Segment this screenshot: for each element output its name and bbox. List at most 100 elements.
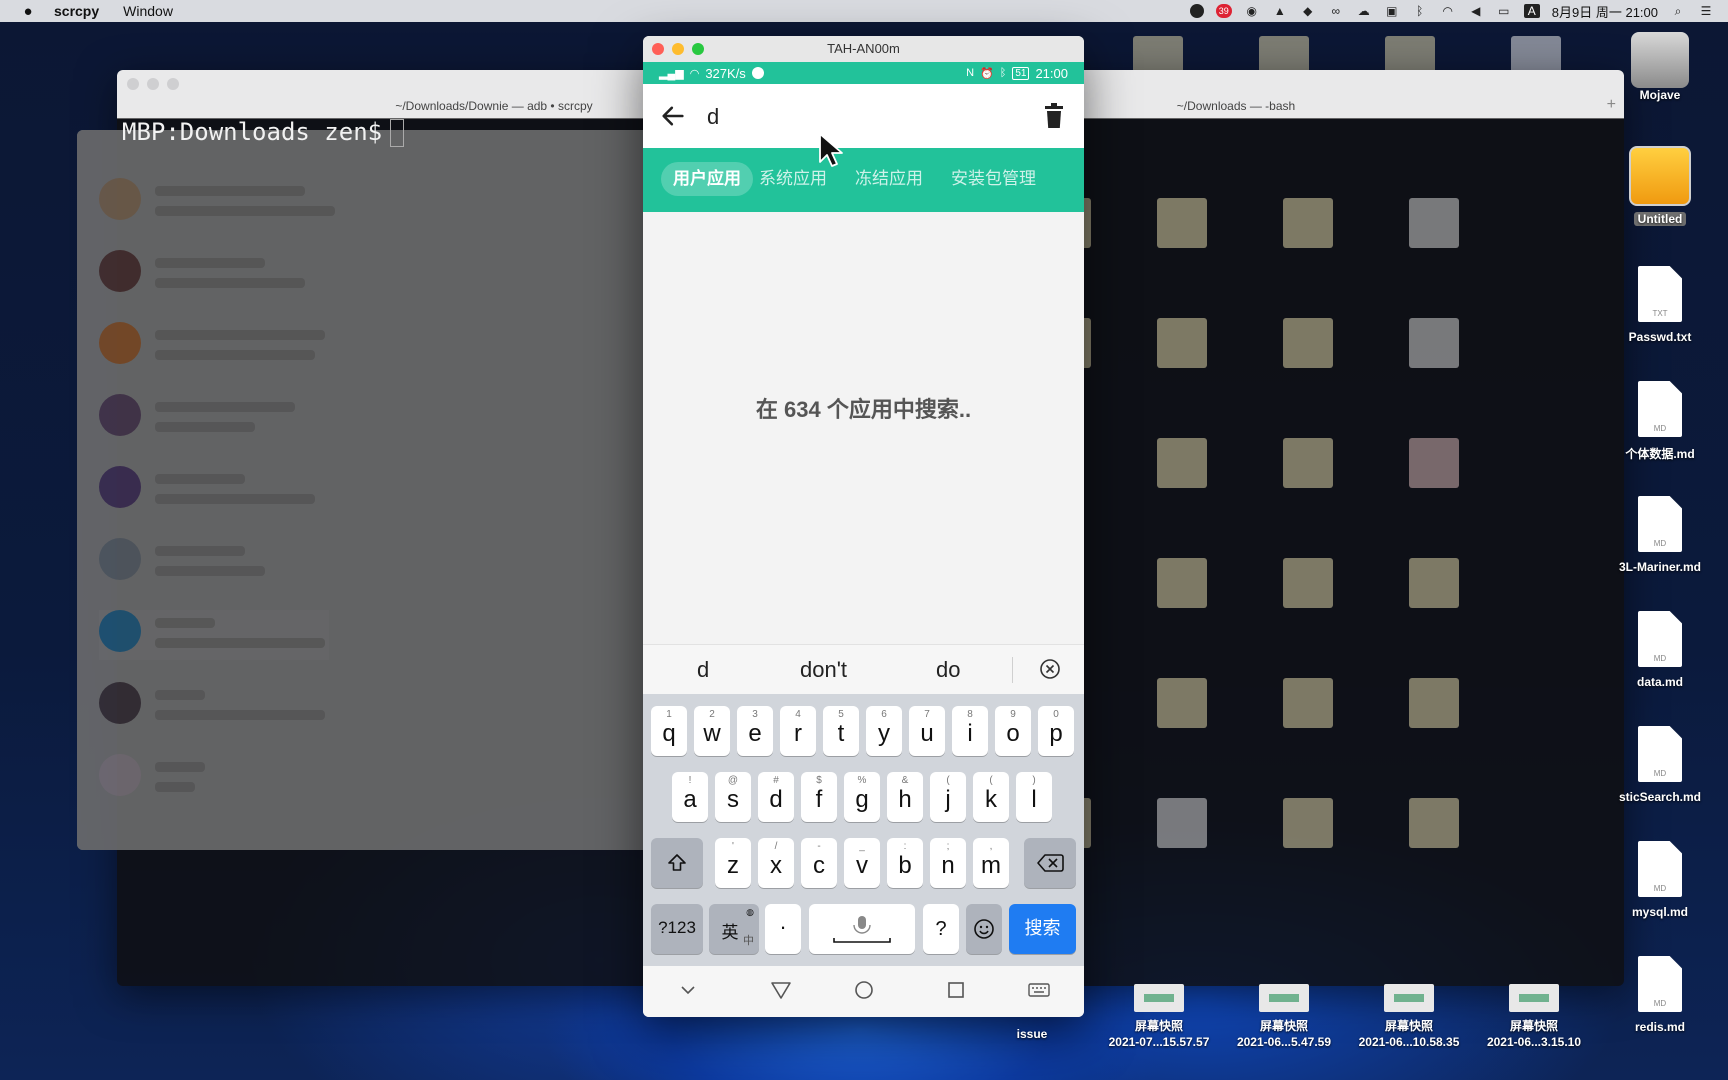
key-y[interactable]: 6y bbox=[866, 706, 902, 756]
key-v[interactable]: _ v bbox=[844, 838, 880, 888]
key-dot[interactable]: · bbox=[765, 904, 801, 954]
key-p[interactable]: 0p bbox=[1038, 706, 1074, 756]
terminal-prompt[interactable]: MBP:Downloads zen$ bbox=[122, 118, 405, 147]
key-h[interactable]: & h bbox=[887, 772, 923, 822]
control-center-icon[interactable]: ☰ bbox=[1698, 4, 1714, 18]
desktop-thumbnail bbox=[1283, 198, 1333, 248]
android-status-bar: ▂▄▆ ◠ 327K/s N ⏰ ᛒ 51 21:00 bbox=[643, 62, 1084, 84]
key-d[interactable]: # d bbox=[758, 772, 794, 822]
suggestion-item[interactable]: do bbox=[936, 657, 960, 683]
battery-level: 51 bbox=[1012, 66, 1030, 80]
key-i[interactable]: 8i bbox=[952, 706, 988, 756]
zoom-button[interactable] bbox=[692, 43, 704, 55]
space-key[interactable] bbox=[809, 904, 915, 954]
back-arrow-icon[interactable] bbox=[659, 102, 687, 130]
key-m[interactable]: ,m bbox=[973, 838, 1009, 888]
battery-icon[interactable]: ▭ bbox=[1496, 4, 1512, 18]
spotlight-search-icon[interactable]: ⌕ bbox=[1670, 4, 1686, 18]
zoom-button[interactable] bbox=[167, 78, 179, 90]
apple-menu-icon[interactable]: ● bbox=[18, 3, 38, 20]
network-icon[interactable]: ▲ bbox=[1272, 4, 1288, 18]
key-l[interactable]: ) l bbox=[1016, 772, 1052, 822]
notification-badge-icon[interactable]: 39 bbox=[1215, 4, 1232, 18]
wechat-icon[interactable]: ◉ bbox=[1244, 4, 1260, 18]
key-a[interactable]: ! a bbox=[672, 772, 708, 822]
home-circle-icon[interactable] bbox=[853, 979, 875, 1001]
key-question[interactable]: ? bbox=[923, 904, 959, 954]
suggestion-item[interactable]: d bbox=[697, 657, 709, 683]
minimize-button[interactable] bbox=[147, 78, 159, 90]
tab-user-apps[interactable]: 用户应用 bbox=[661, 162, 753, 196]
wifi-icon[interactable]: ◠ bbox=[1440, 4, 1456, 18]
key-q[interactable]: 1q bbox=[651, 706, 687, 756]
desktop-icon-passwd[interactable]: TXT Passwd.txt bbox=[1605, 266, 1715, 344]
menu-window[interactable]: Window bbox=[123, 3, 173, 19]
menu-app-name[interactable]: scrcpy bbox=[54, 3, 99, 19]
key-e[interactable]: 3e bbox=[737, 706, 773, 756]
key-f[interactable]: $ f bbox=[801, 772, 837, 822]
key-b[interactable]: :b bbox=[887, 838, 923, 888]
language-switch-key[interactable]: 英 ◍ 中 bbox=[709, 904, 759, 954]
tab-frozen-apps[interactable]: 冻结应用 bbox=[843, 162, 935, 196]
desktop-icon-screenshot[interactable]: 屏幕快照 2021-06...10.58.35 bbox=[1347, 984, 1471, 1050]
desktop-thumbnail bbox=[1157, 678, 1207, 728]
key-g[interactable]: % g bbox=[844, 772, 880, 822]
desktop-icon-elasticsearch[interactable]: MD sticSearch.md bbox=[1605, 726, 1715, 804]
key-k[interactable]: (k bbox=[973, 772, 1009, 822]
suggestion-item[interactable]: don't bbox=[800, 657, 847, 683]
desktop-thumbnail bbox=[1409, 798, 1459, 848]
numbers-key[interactable]: ?123 bbox=[651, 904, 703, 954]
search-input[interactable]: d bbox=[707, 104, 719, 130]
desktop-icon-data[interactable]: MD data.md bbox=[1605, 611, 1715, 689]
desktop-icon-screenshot[interactable]: 屏幕快照 2021-06...3.15.10 bbox=[1472, 984, 1596, 1050]
close-button[interactable] bbox=[652, 43, 664, 55]
shift-key[interactable] bbox=[651, 838, 703, 888]
key-o[interactable]: 9o bbox=[995, 706, 1031, 756]
menubar-clock[interactable]: 8月9日 周一 21:00 bbox=[1552, 2, 1658, 21]
link-icon[interactable]: ∞ bbox=[1328, 4, 1344, 18]
cloud-icon[interactable]: ☁ bbox=[1356, 4, 1372, 18]
desktop-icon-mojave[interactable]: Mojave bbox=[1605, 32, 1715, 102]
key-x[interactable]: / x bbox=[758, 838, 794, 888]
key-z[interactable]: ' z bbox=[715, 838, 751, 888]
desktop-icon-screenshot[interactable]: 屏幕快照 2021-07...15.57.57 bbox=[1097, 984, 1221, 1050]
desktop-icon-issue[interactable]: issue bbox=[970, 1026, 1094, 1042]
record-icon[interactable] bbox=[1189, 4, 1204, 18]
search-key[interactable]: 搜索 bbox=[1009, 904, 1076, 954]
key-n[interactable]: ; n bbox=[930, 838, 966, 888]
key-s[interactable]: @ s bbox=[715, 772, 751, 822]
desktop-icon-untitled[interactable]: Untitled bbox=[1605, 146, 1715, 226]
volume-icon[interactable]: ◀ bbox=[1468, 4, 1484, 18]
desktop-icon-mariner[interactable]: MD 3L-Mariner.md bbox=[1605, 496, 1715, 574]
emoji-icon bbox=[974, 919, 994, 939]
desktop-icon-screenshot[interactable]: 屏幕快照 2021-06...5.47.59 bbox=[1222, 984, 1346, 1050]
close-button[interactable] bbox=[127, 78, 139, 90]
phone-titlebar[interactable]: TAH-AN00m bbox=[643, 36, 1084, 62]
close-suggestions-icon[interactable] bbox=[1038, 657, 1062, 681]
recents-square-icon[interactable] bbox=[946, 980, 966, 1000]
key-w[interactable]: 2w bbox=[694, 706, 730, 756]
key-j[interactable]: (j bbox=[930, 772, 966, 822]
app-icon[interactable]: ▣ bbox=[1384, 4, 1400, 18]
key-c[interactable]: -c bbox=[801, 838, 837, 888]
tab-package-manager[interactable]: 安装包管理 bbox=[939, 162, 1048, 196]
bluetooth-icon[interactable]: ᛒ bbox=[1412, 4, 1428, 18]
desktop-thumbnail bbox=[1283, 318, 1333, 368]
input-method-icon[interactable]: A bbox=[1523, 4, 1540, 18]
back-triangle-icon[interactable] bbox=[770, 980, 792, 1000]
trash-icon[interactable] bbox=[1042, 102, 1066, 130]
keyboard-switch-icon[interactable] bbox=[1027, 980, 1051, 1000]
hide-keyboard-icon[interactable] bbox=[678, 980, 698, 1000]
desktop-icon-redis[interactable]: MD redis.md bbox=[1605, 956, 1715, 1034]
text-file-icon: TXT bbox=[1638, 266, 1682, 322]
desktop-thumbnail bbox=[1157, 438, 1207, 488]
minimize-button[interactable] bbox=[672, 43, 684, 55]
qq-icon[interactable]: ◆ bbox=[1300, 4, 1316, 18]
key-u[interactable]: 7u bbox=[909, 706, 945, 756]
backspace-key[interactable] bbox=[1024, 838, 1076, 888]
key-r[interactable]: 4r bbox=[780, 706, 816, 756]
key-t[interactable]: 5t bbox=[823, 706, 859, 756]
desktop-icon-personal-data[interactable]: MD 个体数据.md bbox=[1605, 381, 1715, 462]
emoji-key[interactable] bbox=[966, 904, 1002, 954]
desktop-icon-mysql[interactable]: MD mysql.md bbox=[1605, 841, 1715, 919]
